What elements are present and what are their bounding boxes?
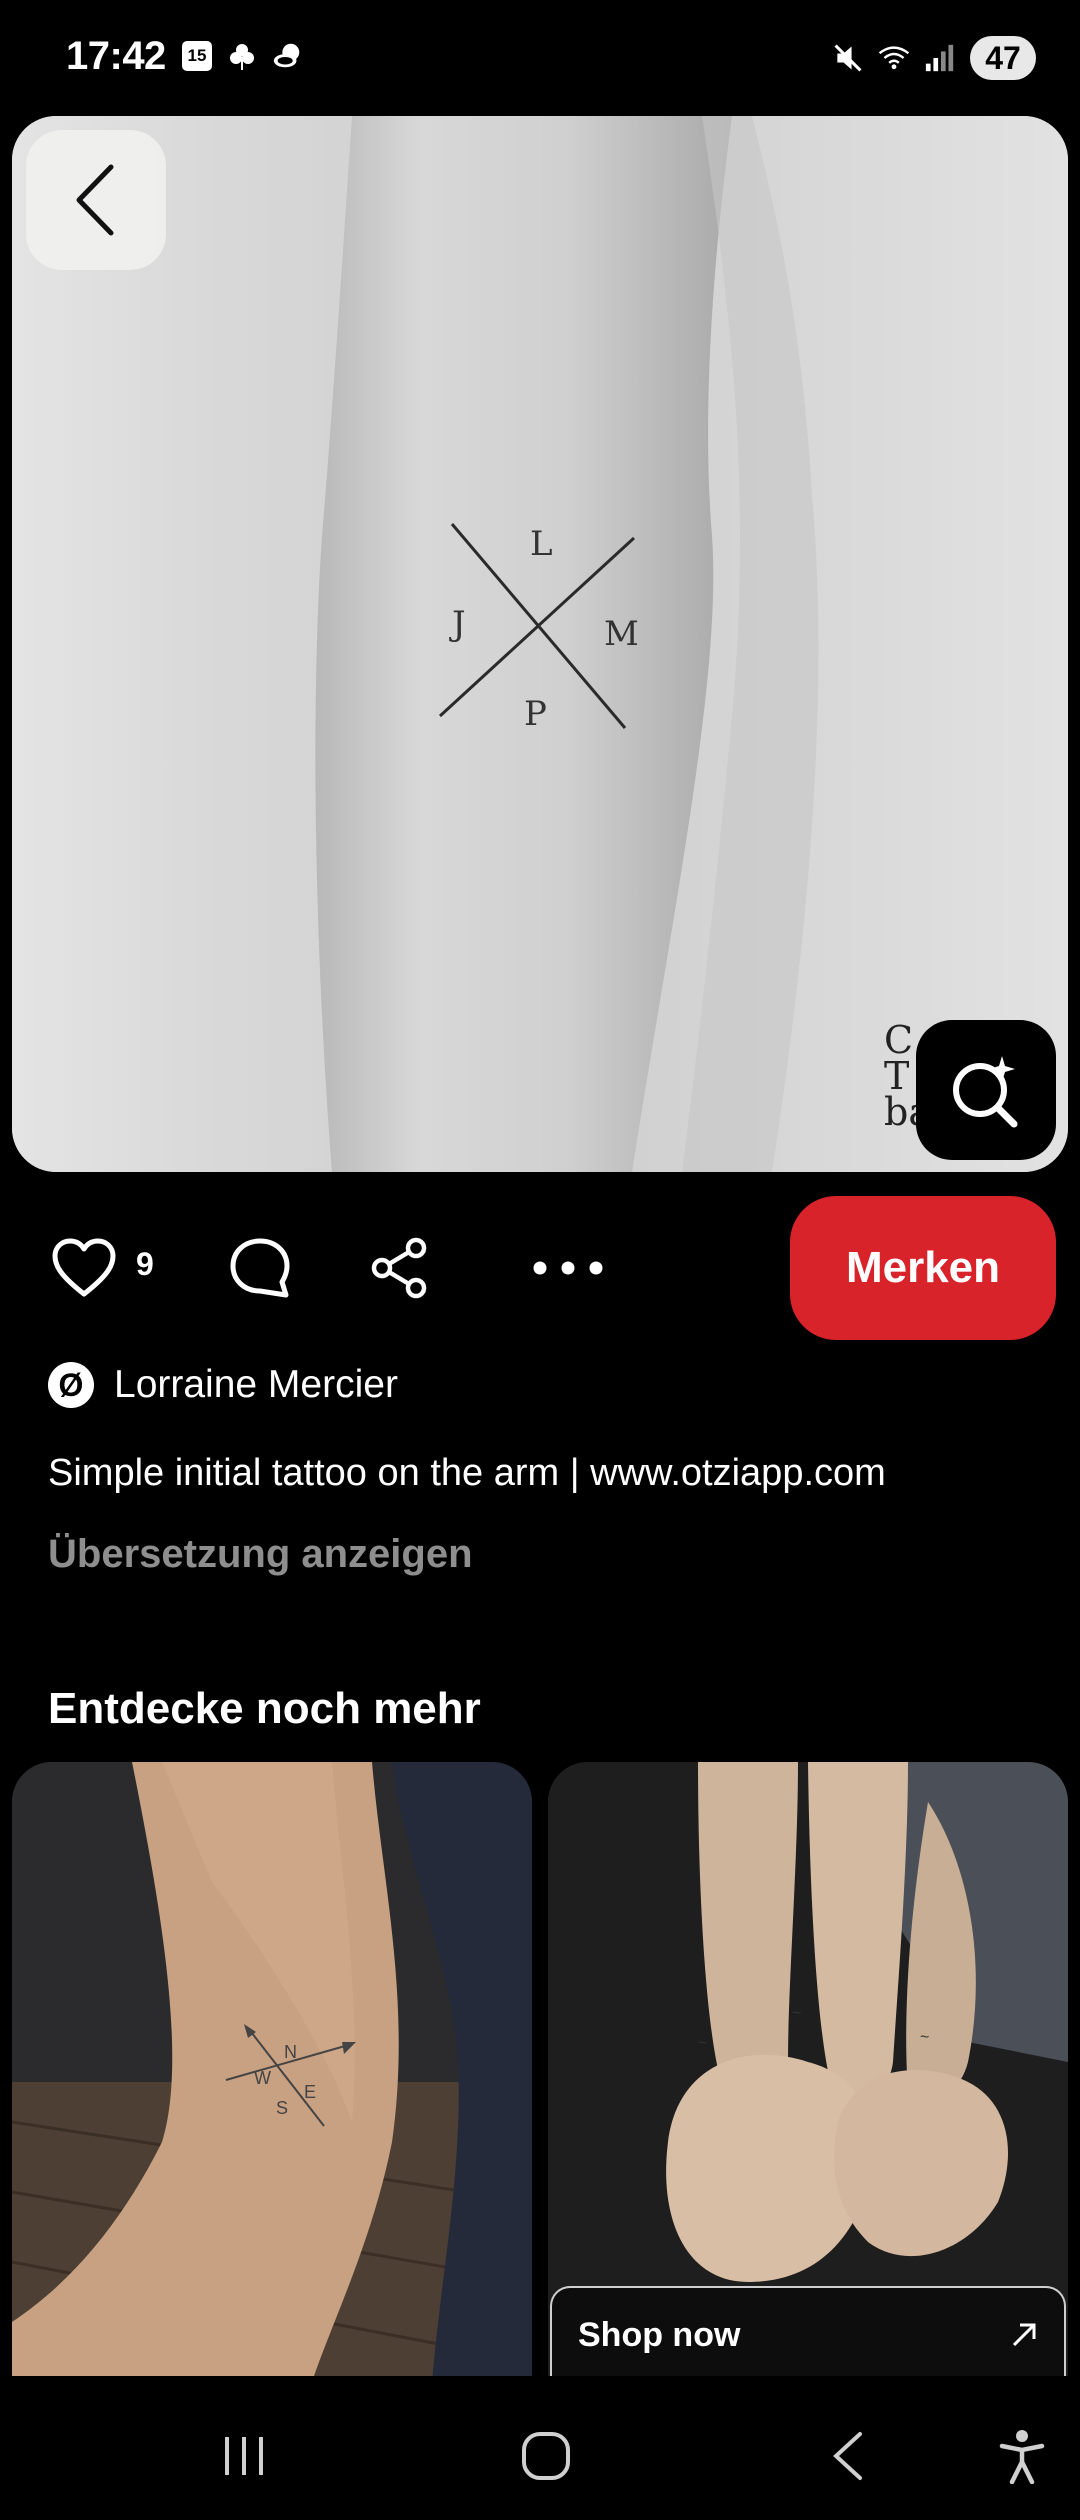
back-arrow-icon	[833, 2432, 862, 2480]
tattoo-letter-l: L	[530, 524, 553, 564]
shop-now-label: Shop now	[578, 2315, 741, 2354]
translate-link[interactable]: Übersetzung anzeigen	[48, 1532, 473, 1577]
system-back-button[interactable]	[808, 2416, 888, 2496]
weather-icon	[272, 40, 304, 72]
mute-icon	[832, 42, 864, 74]
lens-search-icon	[953, 1056, 1018, 1128]
comment-button[interactable]	[220, 1232, 300, 1304]
share-button[interactable]	[360, 1232, 440, 1304]
comment-icon	[230, 1238, 290, 1298]
pin-image[interactable]: L J M P C T ba	[12, 116, 1068, 1172]
chevron-left-icon	[76, 164, 114, 236]
home-icon	[522, 2432, 570, 2480]
like-button[interactable]	[40, 1232, 128, 1304]
svg-text:~: ~	[698, 2035, 707, 2052]
wifi-icon	[878, 42, 910, 74]
recent-apps-button[interactable]	[204, 2416, 284, 2496]
compass-tattoo-photo	[12, 1762, 532, 2382]
visual-search-button[interactable]	[916, 1020, 1056, 1160]
like-count: 9	[136, 1246, 154, 1282]
more-horizontal-icon	[533, 1261, 603, 1275]
section-title: Entdecke noch mehr	[48, 1684, 481, 1733]
home-button[interactable]	[506, 2416, 586, 2496]
battery-icon: 47	[970, 36, 1036, 80]
compass-letter-s: S	[276, 2098, 289, 2118]
signal-icon	[924, 42, 956, 74]
shop-now-button[interactable]: Shop now	[550, 2286, 1066, 2382]
tattoo-letter-m: M	[604, 614, 639, 654]
system-nav-bar	[0, 2376, 1080, 2520]
tattoo-photo	[12, 116, 1068, 1172]
pin-title: Simple initial tattoo on the arm | www.o…	[48, 1452, 886, 1494]
creator-avatar[interactable]: Ø	[48, 1362, 94, 1408]
accessibility-button[interactable]	[982, 2416, 1062, 2496]
compass-letter-w: W	[254, 2068, 271, 2088]
share-icon	[371, 1237, 427, 1299]
accessibility-icon	[999, 2430, 1045, 2484]
status-bar: 17:42 15 47	[0, 0, 1080, 118]
status-time: 17:42	[66, 34, 166, 78]
heart-icon	[52, 1238, 116, 1297]
compass-letter-e: E	[304, 2082, 317, 2102]
status-icons-left: 15	[182, 40, 304, 72]
compass-letter-n: N	[284, 2042, 297, 2062]
creator-row[interactable]: Ø Lorraine Mercier	[48, 1362, 398, 1408]
tattoo-letter-j: J	[452, 604, 466, 644]
back-button[interactable]	[26, 130, 166, 270]
related-pin-card[interactable]: N W E S	[12, 1762, 532, 2382]
pin-action-row: 9 Merken	[0, 1196, 1080, 1340]
creator-name[interactable]: Lorraine Mercier	[114, 1363, 398, 1407]
clover-icon	[226, 40, 258, 72]
tattoo-letter-p: P	[524, 694, 547, 734]
arrow-up-right-icon	[1012, 2323, 1036, 2347]
more-options-button[interactable]	[528, 1232, 608, 1304]
svg-text:~: ~	[920, 2029, 929, 2046]
recent-apps-icon	[225, 2437, 263, 2475]
calendar-icon: 15	[182, 41, 212, 71]
status-icons-right: 47	[832, 36, 1036, 80]
save-button[interactable]: Merken	[790, 1196, 1056, 1340]
svg-text:~: ~	[792, 2005, 801, 2022]
